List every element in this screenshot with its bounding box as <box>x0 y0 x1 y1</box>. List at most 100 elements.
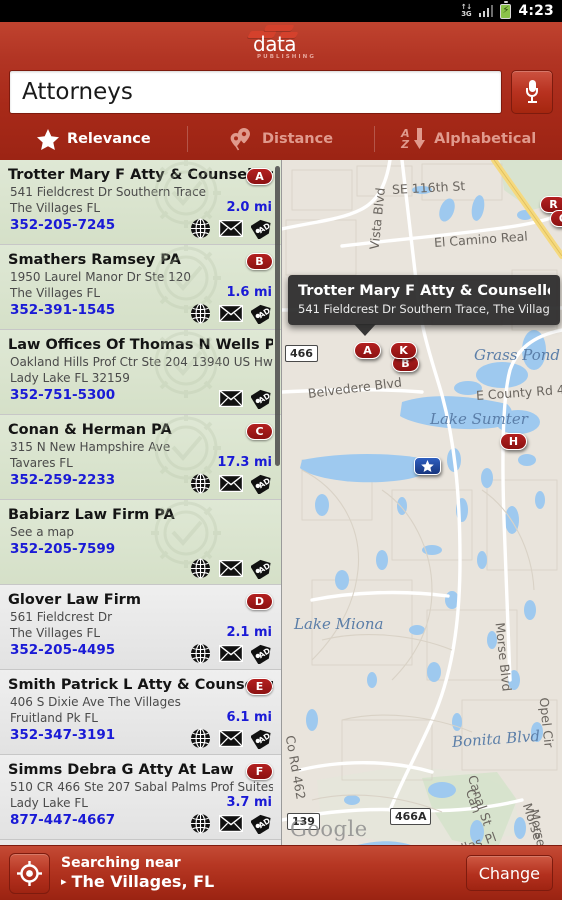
searching-near-value: The Villages, FL <box>71 871 215 891</box>
ad-tag-icon[interactable]: AD <box>250 812 274 834</box>
map-marker-k[interactable]: K <box>390 342 417 359</box>
list-item[interactable]: Smith Patrick L Atty & Counselor At Law 4… <box>0 670 281 755</box>
globe-icon[interactable] <box>188 472 212 494</box>
envelope-icon[interactable] <box>219 387 243 409</box>
globe-icon[interactable] <box>188 557 212 579</box>
tab-relevance[interactable]: Relevance <box>0 118 187 160</box>
listing-name: Smith Patrick L Atty & Counselor At Law <box>8 677 273 693</box>
tab-distance[interactable]: Distance <box>188 118 375 160</box>
map-marker-a[interactable]: A <box>354 342 381 359</box>
change-location-label: Change <box>478 863 540 883</box>
envelope-icon[interactable] <box>219 217 243 239</box>
bottom-bar: Searching near ▸ The Villages, FL Change <box>0 845 562 900</box>
list-item[interactable]: Law Offices Of Thomas N Wells PA Oakland … <box>0 330 281 415</box>
listing-map-badge[interactable]: B <box>246 253 273 270</box>
envelope-icon[interactable] <box>219 642 243 664</box>
envelope-icon[interactable] <box>219 302 243 324</box>
listing-address-line1: 561 Fieldcrest Dr <box>10 610 113 624</box>
listing-actions: AD <box>188 812 274 834</box>
ad-tag-icon[interactable]: AD <box>250 642 274 664</box>
map-pane[interactable]: SE 116th St El Camino Real Vista Blvd Grass… <box>282 160 562 845</box>
listing-name: Babiarz Law Firm PA <box>8 507 175 523</box>
tab-alphabetical-label: Alphabetical <box>434 131 537 147</box>
list-scrollbar[interactable] <box>275 166 280 466</box>
listing-actions: AD <box>188 217 274 239</box>
ad-tag-icon[interactable]: AD <box>250 217 274 239</box>
app-root: ↑↓3G 4:23 data PUBLISHING <box>0 0 562 900</box>
search-box[interactable] <box>9 70 502 114</box>
listing-distance: 3.7 mi <box>226 795 272 810</box>
listing-distance: 2.1 mi <box>226 625 272 640</box>
battery-icon <box>500 1 512 19</box>
app-header: data PUBLISHING Relevance <box>0 22 562 160</box>
listing-address-line1: 510 CR 466 Ste 207 Sabal Palms Prof Suit… <box>10 780 273 794</box>
bubble-tail <box>354 324 376 336</box>
envelope-icon[interactable] <box>219 472 243 494</box>
locate-me-button[interactable] <box>9 852 50 894</box>
listing-phone[interactable]: 352-205-7599 <box>8 540 273 558</box>
star-location-icon[interactable] <box>414 457 441 475</box>
list-item[interactable]: Simms Debra G Atty At Law 510 CR 466 Ste … <box>0 755 281 840</box>
ad-tag-icon[interactable]: AD <box>250 727 274 749</box>
listing-map-badge[interactable]: E <box>246 678 273 695</box>
listing-distance: 6.1 mi <box>226 710 272 725</box>
tab-distance-label: Distance <box>261 131 334 147</box>
chevron-right-icon: ▸ <box>61 874 67 888</box>
list-item[interactable]: Glover Law Firm 561 Fieldcrest Dr The Vill… <box>0 585 281 670</box>
3g-icon: ↑↓ 3G <box>460 3 472 18</box>
envelope-icon[interactable] <box>219 727 243 749</box>
map-info-bubble[interactable]: Trotter Mary F Atty & Counsellor A... 54… <box>288 275 560 336</box>
list-item[interactable]: Trotter Mary F Atty & Counsellor At Law 5… <box>0 160 281 245</box>
logo-wordmark: data <box>253 32 297 56</box>
ad-tag-icon[interactable]: AD <box>250 557 274 579</box>
logo-tagline: PUBLISHING <box>257 54 316 60</box>
ad-tag-icon[interactable]: AD <box>250 302 274 324</box>
list-item[interactable]: Babiarz Law Firm PA See a map 352-205-7599… <box>0 500 281 585</box>
searching-near-label: Searching near <box>61 854 181 871</box>
tab-alphabetical[interactable]: AZ Alphabetical <box>375 118 562 160</box>
globe-icon[interactable] <box>188 727 212 749</box>
listing-name: Smathers Ramsey PA <box>8 252 181 268</box>
list-item[interactable]: Smathers Ramsey PA 1950 Laurel Manor Dr S… <box>0 245 281 330</box>
globe-icon[interactable] <box>188 217 212 239</box>
logo-swoosh-icon <box>263 25 295 31</box>
listing-address-line1: Oakland Hills Prof Ctr Ste 204 13940 US … <box>10 355 273 369</box>
search-input[interactable] <box>22 79 489 105</box>
results-list[interactable]: Trotter Mary F Atty & Counsellor At Law 5… <box>0 160 282 845</box>
ad-tag-icon[interactable]: AD <box>250 387 274 409</box>
az-sort-icon: AZ <box>401 127 427 151</box>
status-bar: ↑↓3G 4:23 <box>0 0 562 22</box>
change-location-button[interactable]: Change <box>465 855 553 891</box>
searching-near-block[interactable]: Searching near ▸ The Villages, FL <box>61 855 455 892</box>
crosshair-icon <box>17 860 42 886</box>
listing-map-badge[interactable]: F <box>246 763 273 780</box>
content-area: Trotter Mary F Atty & Counsellor At Law 5… <box>0 160 562 845</box>
listing-map-badge[interactable]: C <box>246 423 273 440</box>
bubble-subtitle: 541 Fieldcrest Dr Southern Trace, The Vi… <box>298 302 550 316</box>
globe-icon[interactable] <box>188 642 212 664</box>
searching-near-value-row[interactable]: ▸ The Villages, FL <box>61 872 455 892</box>
map-marker-q[interactable]: Q <box>550 210 562 227</box>
listing-map-badge[interactable]: D <box>246 593 273 610</box>
signal-icon <box>478 5 494 17</box>
microphone-icon <box>526 80 538 104</box>
star-icon <box>36 128 60 151</box>
listing-actions: AD <box>188 727 274 749</box>
listing-address-line1: 1950 Laurel Manor Dr Ste 120 <box>10 270 192 284</box>
envelope-icon[interactable] <box>219 557 243 579</box>
listing-actions: AD <box>188 642 274 664</box>
listing-actions: AD <box>188 472 274 494</box>
voice-search-button[interactable] <box>511 70 553 114</box>
globe-icon[interactable] <box>188 302 212 324</box>
listing-name: Simms Debra G Atty At Law <box>8 762 234 778</box>
globe-icon[interactable] <box>188 812 212 834</box>
sort-tabs: Relevance Distance AZ Alphabetical <box>0 118 562 160</box>
listing-actions: AD <box>219 387 274 409</box>
list-item[interactable]: Conan & Herman PA 315 N New Hampshire Ave… <box>0 415 281 500</box>
map-marker-h[interactable]: H <box>500 433 527 450</box>
ad-tag-icon[interactable]: AD <box>250 472 274 494</box>
listing-map-badge[interactable]: A <box>246 168 273 185</box>
envelope-icon[interactable] <box>219 812 243 834</box>
listing-address-line1: 541 Fieldcrest Dr Southern Trace <box>10 185 207 199</box>
map-attribution: Google <box>290 817 368 841</box>
